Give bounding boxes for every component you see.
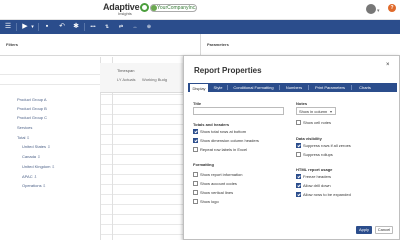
parameters-label: Parameters [207, 42, 229, 47]
data-visibility-heading: Data visibility [296, 136, 322, 141]
user-menu-caret-icon[interactable]: ▾ [377, 8, 380, 14]
more-icon[interactable]: ••• [89, 23, 97, 31]
cancel-button[interactable]: Cancel [375, 226, 393, 234]
suppress-zero-rows-checkbox[interactable] [296, 143, 301, 148]
dialog-tabs: Display Style Conditional Formatting Num… [188, 83, 397, 92]
column-header-working-budget[interactable]: Working Budg [142, 77, 167, 82]
column-header-ly-actuals[interactable]: LY Actuals [117, 77, 136, 82]
row-label[interactable]: Operations ⇩ [22, 183, 46, 188]
notes-select-value: Show in column [299, 109, 328, 114]
app-header: Adaptive Insights YourCompanyInc. ▾ ? [0, 0, 400, 20]
suppress-rollups-label: Suppress rollups [303, 152, 333, 157]
repeat-row-labels-checkbox[interactable] [193, 147, 198, 152]
close-icon[interactable]: × [386, 62, 390, 68]
user-avatar-icon[interactable] [366, 4, 376, 14]
allow-drill-down-checkbox[interactable] [296, 183, 301, 188]
filters-divider [200, 34, 201, 56]
formatting-heading: Formatting [193, 162, 214, 167]
timespan-label: Timespan [117, 68, 135, 73]
help-icon[interactable]: ? [388, 4, 396, 12]
adaptive-logo-mark-inner [142, 5, 147, 10]
row-label[interactable]: Product Group C [17, 115, 47, 120]
row-label[interactable]: United Kingdom ⇩ [22, 164, 55, 169]
show-logo-label: Show logo [200, 199, 219, 204]
play-icon[interactable]: ▶ [21, 23, 29, 31]
show-total-rows-checkbox[interactable] [193, 129, 198, 134]
row-label[interactable]: Product Group B [17, 106, 47, 111]
menu-icon[interactable]: ☰ [4, 23, 12, 31]
tab-charts[interactable]: Charts [352, 83, 378, 92]
title-field-label: Title [193, 101, 202, 106]
tab-style[interactable]: Style [209, 83, 227, 92]
tab-display[interactable]: Display [190, 83, 208, 92]
row-label[interactable]: Canada ⇩ [22, 154, 40, 159]
show-report-information-checkbox[interactable] [193, 172, 198, 177]
show-total-rows-label: Show total rows at bottom [200, 129, 247, 134]
title-input[interactable] [193, 107, 284, 115]
show-dimension-headers-label: Show dimension column headers [200, 138, 259, 143]
play-dropdown-icon[interactable]: ▾ [30, 23, 35, 31]
allow-drill-down-label: Allow drill down [303, 183, 331, 188]
show-cell-notes-checkbox[interactable] [296, 120, 301, 125]
show-cell-notes-label: Show cell notes [303, 120, 332, 125]
save-icon[interactable]: ▪ [43, 23, 51, 31]
row-label[interactable]: Product Group A [17, 97, 47, 102]
dialog-title: Report Properties [194, 66, 262, 75]
show-vertical-lines-checkbox[interactable] [193, 190, 198, 195]
swap-icon[interactable]: ↔ [131, 23, 139, 31]
show-vertical-lines-label: Show vertical lines [200, 190, 234, 195]
show-report-information-label: Show report information [200, 172, 243, 177]
html-report-usage-heading: HTML report usage [296, 167, 333, 172]
tab-conditional-formatting[interactable]: Conditional Formatting [228, 83, 279, 92]
report-toolbar: ☰ ▶ ▾ ▪ ↶ ✱ ••• ⇅ ⇄ ↔ ⊕ [0, 20, 400, 34]
company-name: YourCompanyInc. [157, 5, 197, 11]
show-dimension-headers-checkbox[interactable] [193, 138, 198, 143]
suppress-rollups-checkbox[interactable] [296, 152, 301, 157]
show-logo-checkbox[interactable] [193, 199, 198, 204]
repeat-row-labels-label: Repeat row labels in Excel [200, 147, 248, 152]
show-account-codes-label: Show account codes [200, 181, 237, 186]
tab-print-parameters[interactable]: Print Parameters [309, 83, 351, 92]
undo-icon[interactable]: ↶ [58, 23, 66, 31]
notes-select-chevron-down-icon[interactable]: ▾ [330, 109, 332, 114]
suppress-zero-rows-label: Suppress rows if all zeroes [303, 143, 351, 148]
freeze-headers-checkbox[interactable] [296, 174, 301, 179]
row-label[interactable]: United States ⇩ [22, 144, 50, 149]
report-properties-dialog: Report Properties × Display Style Condit… [183, 55, 400, 240]
show-account-codes-checkbox[interactable] [193, 181, 198, 186]
row-label[interactable]: Services [17, 125, 32, 130]
row-label[interactable]: APAC ⇩ [22, 174, 37, 179]
filters-label: Filters [6, 42, 19, 47]
settings-icon[interactable]: ✱ [72, 23, 80, 31]
totals-headers-heading: Totals and headers [193, 122, 230, 127]
zoom-icon[interactable]: ⊕ [145, 23, 153, 31]
allow-rows-expanded-checkbox[interactable] [296, 192, 301, 197]
sort-icon[interactable]: ⇄ [117, 23, 125, 31]
notes-label: Notes [296, 101, 308, 106]
allow-rows-expanded-label: Allow rows to be expanded [303, 192, 351, 197]
row-label[interactable]: Total ⇩ [17, 135, 30, 140]
apply-button[interactable]: Apply [356, 226, 372, 234]
expand-icon[interactable]: ⇅ [103, 23, 111, 31]
adaptive-logo-subtitle: Insights [118, 11, 132, 16]
tab-numbers[interactable]: Numbers [280, 83, 308, 92]
freeze-headers-label: Freeze headers [303, 174, 332, 179]
